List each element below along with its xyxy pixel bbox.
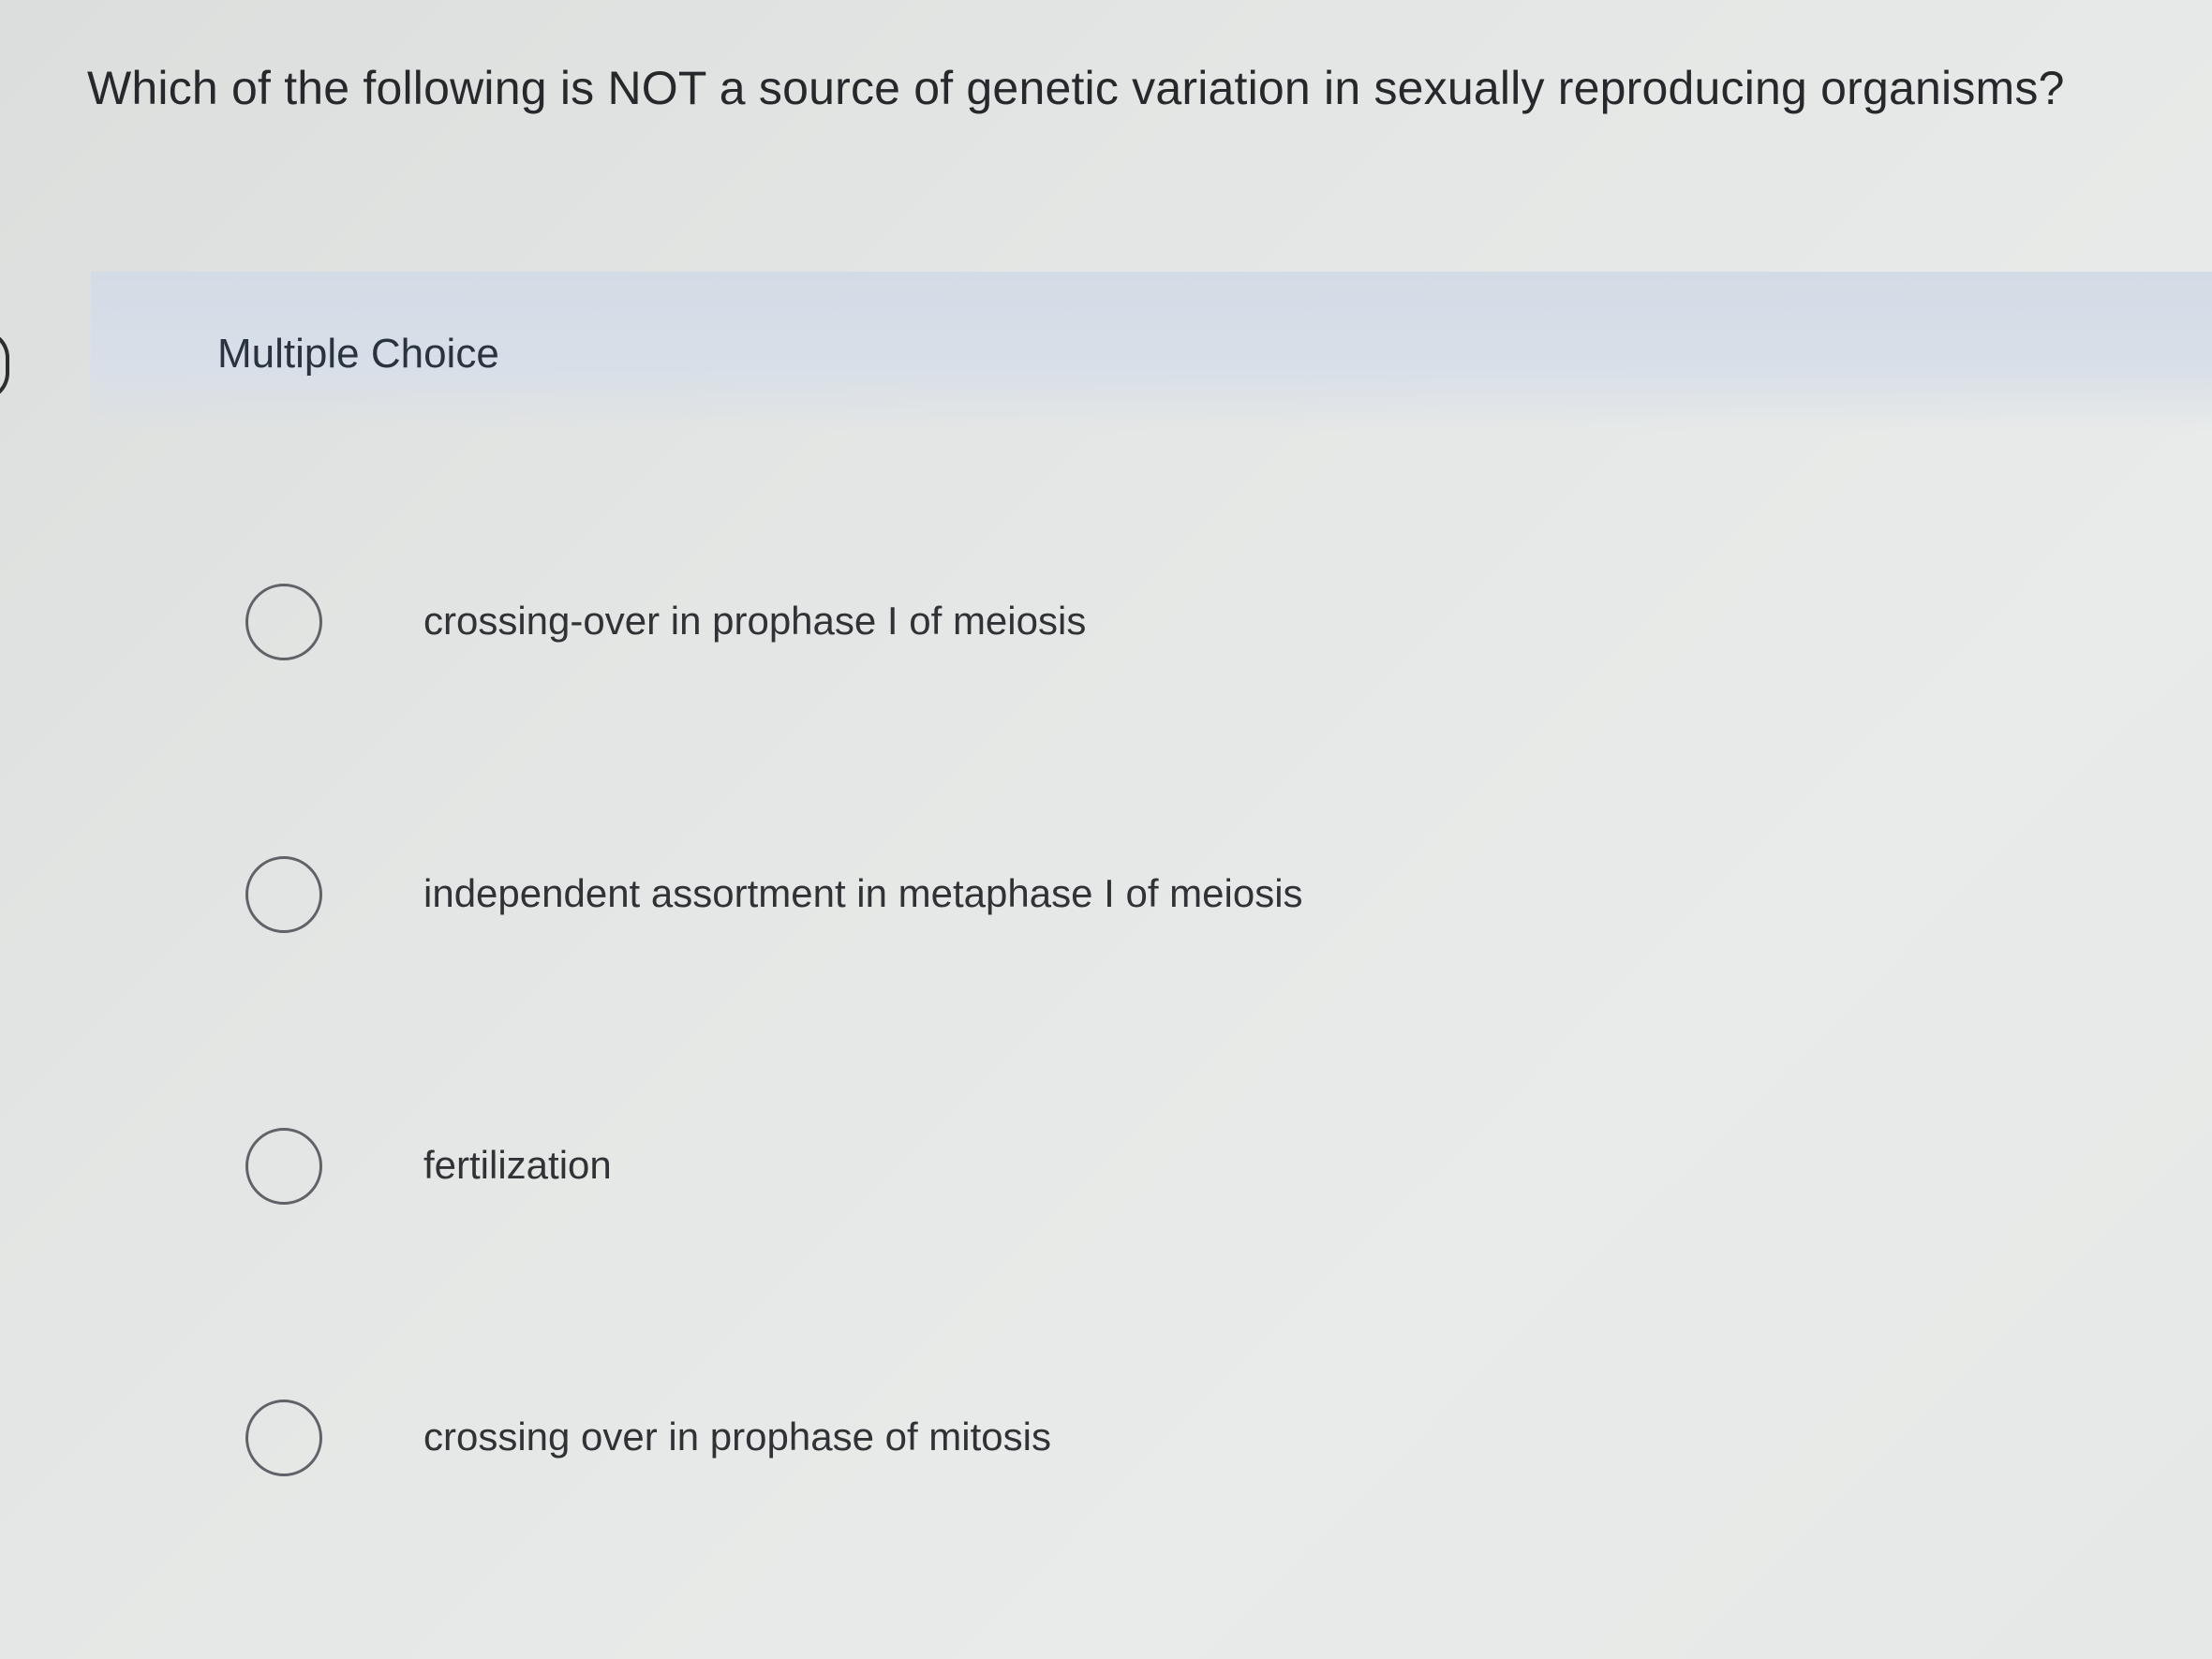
answer-option-label[interactable]: crossing over in prophase of mitosis (423, 1409, 1051, 1465)
radio-button[interactable] (245, 856, 322, 933)
answer-option-label[interactable]: fertilization (423, 1137, 612, 1193)
answer-option-4[interactable]: crossing over in prophase of mitosis (245, 1400, 1557, 1484)
answer-option-label[interactable]: independent assortment in metaphase I of… (423, 866, 1303, 922)
quiz-page: Which of the following is NOT a source o… (0, 0, 2212, 1659)
answer-option-label[interactable]: crossing-over in prophase I of meiosis (423, 593, 1086, 649)
answer-option-1[interactable]: crossing-over in prophase I of meiosis (245, 584, 1557, 668)
question-type-label: Multiple Choice (217, 331, 499, 377)
answer-option-3[interactable]: fertilization (245, 1128, 1557, 1212)
radio-button[interactable] (245, 1128, 322, 1205)
radio-button[interactable] (245, 584, 322, 660)
side-panel-handle[interactable] (0, 330, 9, 401)
question-text: Which of the following is NOT a source o… (87, 62, 2065, 114)
answer-option-2[interactable]: independent assortment in metaphase I of… (245, 856, 1557, 941)
radio-button[interactable] (245, 1400, 322, 1476)
